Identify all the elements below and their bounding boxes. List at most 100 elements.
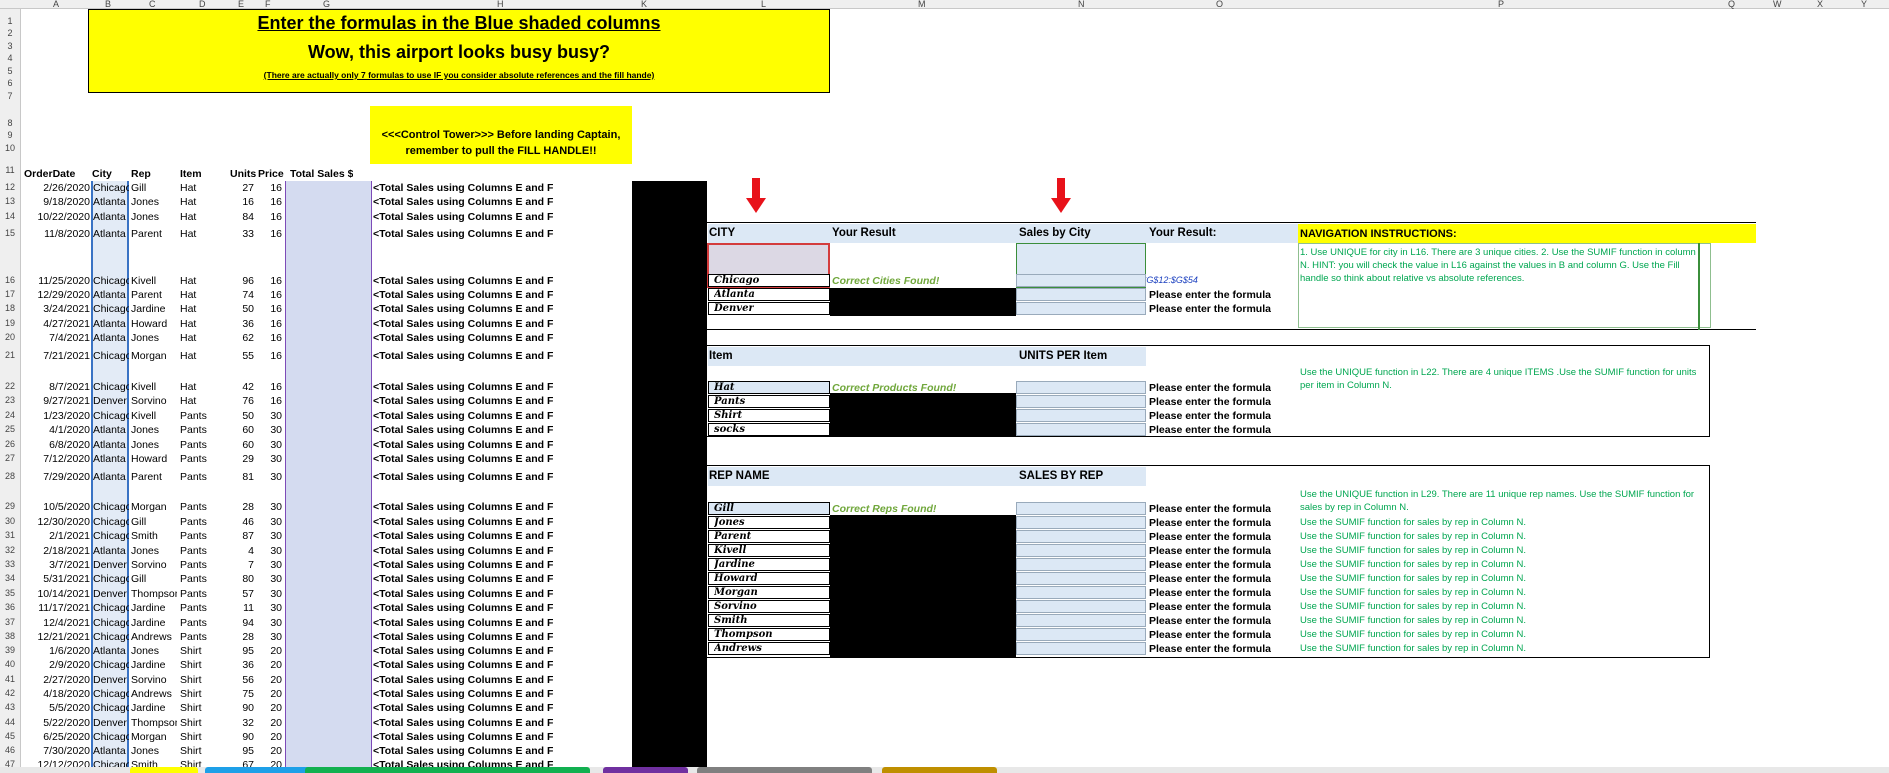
row-number[interactable]: 17 [0,289,20,299]
item-cell[interactable]: Hat [180,303,220,315]
row-number[interactable]: 34 [0,573,20,583]
city-cell[interactable]: Denver [93,717,129,729]
order-date[interactable]: 2/26/2020 [22,182,90,194]
rep-cell[interactable]: Parent [131,289,177,301]
row-number[interactable]: 31 [0,530,20,540]
price-cell[interactable]: 16 [258,381,282,393]
sumif-input-cell[interactable] [1016,516,1146,529]
city-cell[interactable]: Atlanta [93,471,129,483]
item-cell[interactable]: Hat [180,318,220,330]
order-date[interactable]: 10/5/2020 [22,501,90,513]
row-number[interactable]: 7 [0,91,20,101]
row-number[interactable]: 23 [0,395,20,405]
rep-cell[interactable]: Jones [131,211,177,223]
rep-cell[interactable]: Gill [131,573,177,585]
item-cell[interactable]: Shirt [180,674,220,686]
city-cell[interactable]: Atlanta [93,211,129,223]
column-letter[interactable]: A [53,0,59,9]
city-cell[interactable]: Atlanta [93,289,129,301]
column-letter[interactable]: G [323,0,330,9]
order-date[interactable]: 3/7/2021 [22,559,90,571]
units-cell[interactable]: 28 [226,631,254,643]
price-cell[interactable]: 20 [258,659,282,671]
price-cell[interactable]: 16 [258,350,282,362]
price-cell[interactable]: 30 [258,545,282,557]
units-cell[interactable]: 90 [226,702,254,714]
rep-cell[interactable]: Jardine [131,303,177,315]
row-number[interactable]: 14 [0,211,20,221]
row-number[interactable]: 41 [0,674,20,684]
sumif-input-cell[interactable] [1016,628,1146,641]
rep-cell[interactable]: Sorvino [131,674,177,686]
sheet-tab[interactable] [882,767,997,773]
order-date[interactable]: 6/25/2020 [22,731,90,743]
units-cell[interactable]: 80 [226,573,254,585]
row-number[interactable]: 25 [0,424,20,434]
price-cell[interactable]: 16 [258,228,282,240]
rep-cell[interactable]: Smith [131,530,177,542]
column-letter[interactable]: X [1817,0,1823,9]
order-date[interactable]: 7/21/2021 [22,350,90,362]
price-cell[interactable]: 16 [258,289,282,301]
rep-cell[interactable]: Jones [131,424,177,436]
column-letter[interactable]: Q [1728,0,1735,9]
rep-cell[interactable]: Howard [131,318,177,330]
row-number[interactable]: 15 [0,228,20,238]
rep-cell[interactable]: Sorvino [131,559,177,571]
row-number[interactable]: 35 [0,588,20,598]
row-number[interactable]: 24 [0,410,20,420]
city-cell[interactable]: Chicago [93,501,129,513]
column-letter[interactable]: K [641,0,647,9]
row-number[interactable]: 3 [0,41,20,51]
order-date[interactable]: 10/14/2021 [22,588,90,600]
order-date[interactable]: 1/6/2020 [22,645,90,657]
units-cell[interactable]: 7 [226,559,254,571]
item-cell[interactable]: Pants [180,545,220,557]
order-date[interactable]: 11/25/2020 [22,275,90,287]
price-cell[interactable]: 30 [258,501,282,513]
sheet-tab[interactable] [130,767,198,773]
order-date[interactable]: 5/31/2021 [22,573,90,585]
row-number[interactable]: 29 [0,501,20,511]
rep-cell[interactable]: Kivell [131,410,177,422]
city-cell[interactable]: Denver [93,674,129,686]
city-cell[interactable]: Chicago [93,631,129,643]
order-date[interactable]: 7/30/2020 [22,745,90,757]
row-number[interactable]: 42 [0,688,20,698]
spreadsheet[interactable]: ABCDEFGHKLMNOPQWXY 1 2 3 4 5 6 7 8 9 10 11 12 13 14 15… [0,0,1889,773]
item-cell[interactable]: Hat [180,289,220,301]
item-cell[interactable]: Shirt [180,745,220,757]
sumif-input-cell[interactable] [1016,288,1146,301]
order-date[interactable]: 2/9/2020 [22,659,90,671]
rep-cell[interactable]: Gill [131,516,177,528]
city-cell[interactable]: Chicago [93,530,129,542]
price-cell[interactable]: 30 [258,588,282,600]
column-letter[interactable]: C [149,0,156,9]
row-number[interactable]: 1 [0,16,20,26]
order-date[interactable]: 11/8/2020 [22,228,90,240]
price-cell[interactable]: 16 [258,182,282,194]
order-date[interactable]: 9/18/2020 [22,196,90,208]
rep-cell[interactable]: Jones [131,439,177,451]
item-cell[interactable]: Pants [180,631,220,643]
item-cell[interactable]: Pants [180,530,220,542]
row-number[interactable]: 19 [0,318,20,328]
column-letter[interactable]: H [497,0,504,9]
units-cell[interactable]: 84 [226,211,254,223]
item-cell[interactable]: Hat [180,332,220,344]
sumif-input-cell[interactable] [1016,409,1146,422]
item-cell[interactable]: Pants [180,410,220,422]
column-letter[interactable]: L [761,0,766,9]
price-cell[interactable]: 16 [258,332,282,344]
total-sales-input-column[interactable] [285,181,372,773]
city-cell[interactable]: Atlanta [93,228,129,240]
column-letter[interactable]: P [1498,0,1504,9]
price-cell[interactable]: 30 [258,617,282,629]
row-number[interactable]: 16 [0,275,20,285]
column-letter[interactable]: Y [1861,0,1867,9]
column-letter[interactable]: F [265,0,271,9]
price-cell[interactable]: 30 [258,516,282,528]
rep-cell[interactable]: Thompson [131,588,177,600]
row-number[interactable]: 11 [0,165,20,175]
price-cell[interactable]: 30 [258,573,282,585]
